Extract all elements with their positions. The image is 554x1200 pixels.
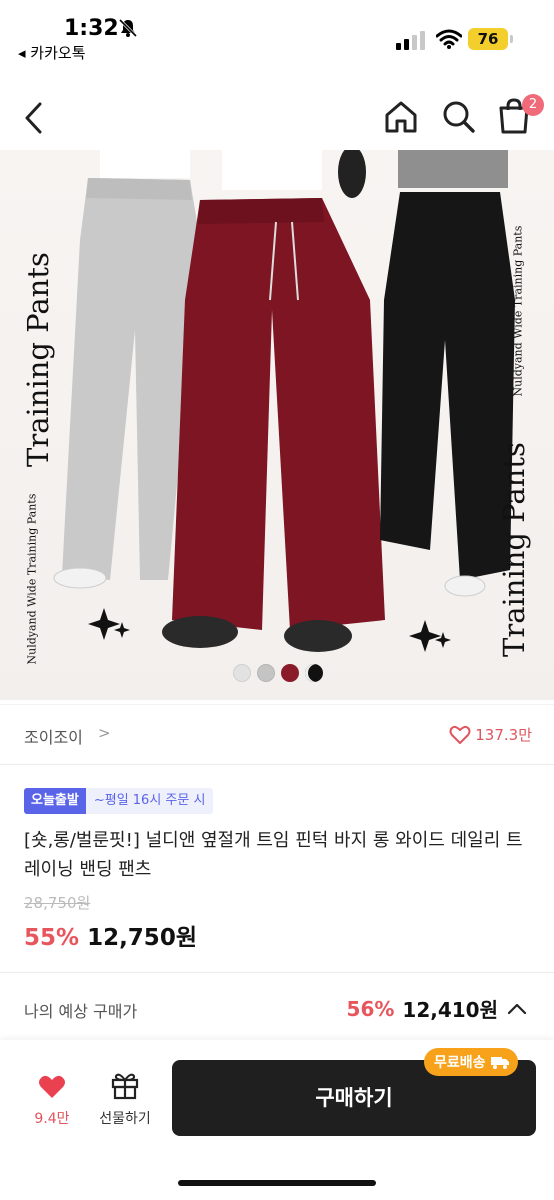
battery-indicator: 76 (468, 28, 508, 50)
free-shipping-label: 무료배송 (434, 1055, 486, 1071)
discount-rate: 55% (24, 925, 80, 951)
bottom-action-bar: 9.4만 선물하기 구매하기 무료배송 (0, 1040, 554, 1200)
battery-tip (510, 35, 513, 43)
truck-icon (490, 1057, 509, 1069)
right-vertical-subtitle: Nuldyand Wide Training Pants (511, 225, 525, 397)
divider (0, 972, 554, 973)
back-arrow-icon[interactable] (18, 98, 54, 138)
bell-slash-icon (118, 18, 138, 38)
divider (0, 764, 554, 765)
cart-count-badge: 2 (522, 94, 544, 116)
gift-button[interactable]: 선물하기 (90, 1070, 160, 1132)
right-vertical-title: Training Pants (497, 442, 531, 657)
estimated-price-label: 나의 예상 구매가 (24, 1002, 138, 1021)
heart-filled-icon (39, 1075, 65, 1098)
chevron-up-icon[interactable] (506, 1002, 528, 1016)
product-photo-illustration (53, 150, 515, 652)
swatch-burgundy[interactable] (281, 664, 299, 682)
wifi-icon (436, 29, 462, 49)
swatch-gray[interactable] (257, 664, 275, 682)
back-to-app-link[interactable]: ◂ 카카오톡 (18, 42, 86, 63)
search-icon[interactable] (440, 98, 478, 136)
like-count: 9.4만 (34, 1111, 70, 1127)
status-time: 1:32 (64, 16, 119, 41)
gift-icon (111, 1073, 139, 1100)
chevron-right-icon: > (98, 724, 111, 742)
color-swatch-dots (233, 664, 323, 682)
gift-label: 선물하기 (99, 1111, 151, 1127)
estimated-price-row[interactable]: 나의 예상 구매가 56% 12,410원 (0, 990, 554, 1034)
swatch-black[interactable] (305, 664, 323, 682)
swatch-light-gray[interactable] (233, 664, 251, 682)
store-likes[interactable]: 137.3만 (449, 724, 532, 745)
badge-today-ship: 오늘출발 (24, 788, 86, 814)
delivery-badge: 오늘출발 ~평일 16시 주문 시 (24, 788, 214, 814)
seller-name[interactable]: 조이조이 (24, 724, 83, 748)
left-vertical-title: Training Pants (21, 252, 55, 467)
sale-price: 12,750원 (87, 925, 197, 951)
left-vertical-subtitle: Nuldyand Wide Training Pants (25, 493, 39, 665)
product-image[interactable]: Training Pants Nuldyand Wide Training Pa… (0, 150, 554, 700)
home-icon[interactable] (382, 98, 420, 136)
store-likes-count: 137.3만 (475, 726, 532, 744)
free-shipping-badge: 무료배송 (424, 1048, 518, 1076)
price-row: 55% 12,750원 (24, 918, 197, 952)
status-bar: 1:32 ◂ 카카오톡 76 (0, 0, 554, 70)
product-title: [숏,롱/벌룬핏!] 널디앤 옆절개 트임 핀턱 바지 롱 와이드 데일리 트레… (24, 830, 523, 880)
divider (0, 704, 554, 705)
seller-row[interactable]: 조이조이 > 137.3만 (0, 712, 554, 760)
estimated-price: 12,410원 (402, 998, 498, 1022)
signal-icon (396, 31, 425, 50)
badge-cutoff-time: ~평일 16시 주문 시 (85, 788, 214, 814)
estimated-price-value[interactable]: 56% 12,410원 (347, 994, 528, 1023)
estimated-discount: 56% (346, 996, 395, 1021)
like-button[interactable]: 9.4만 (22, 1072, 82, 1132)
original-price: 28,750원 (24, 894, 91, 912)
home-indicator (178, 1180, 376, 1186)
heart-outline-icon (449, 725, 471, 744)
